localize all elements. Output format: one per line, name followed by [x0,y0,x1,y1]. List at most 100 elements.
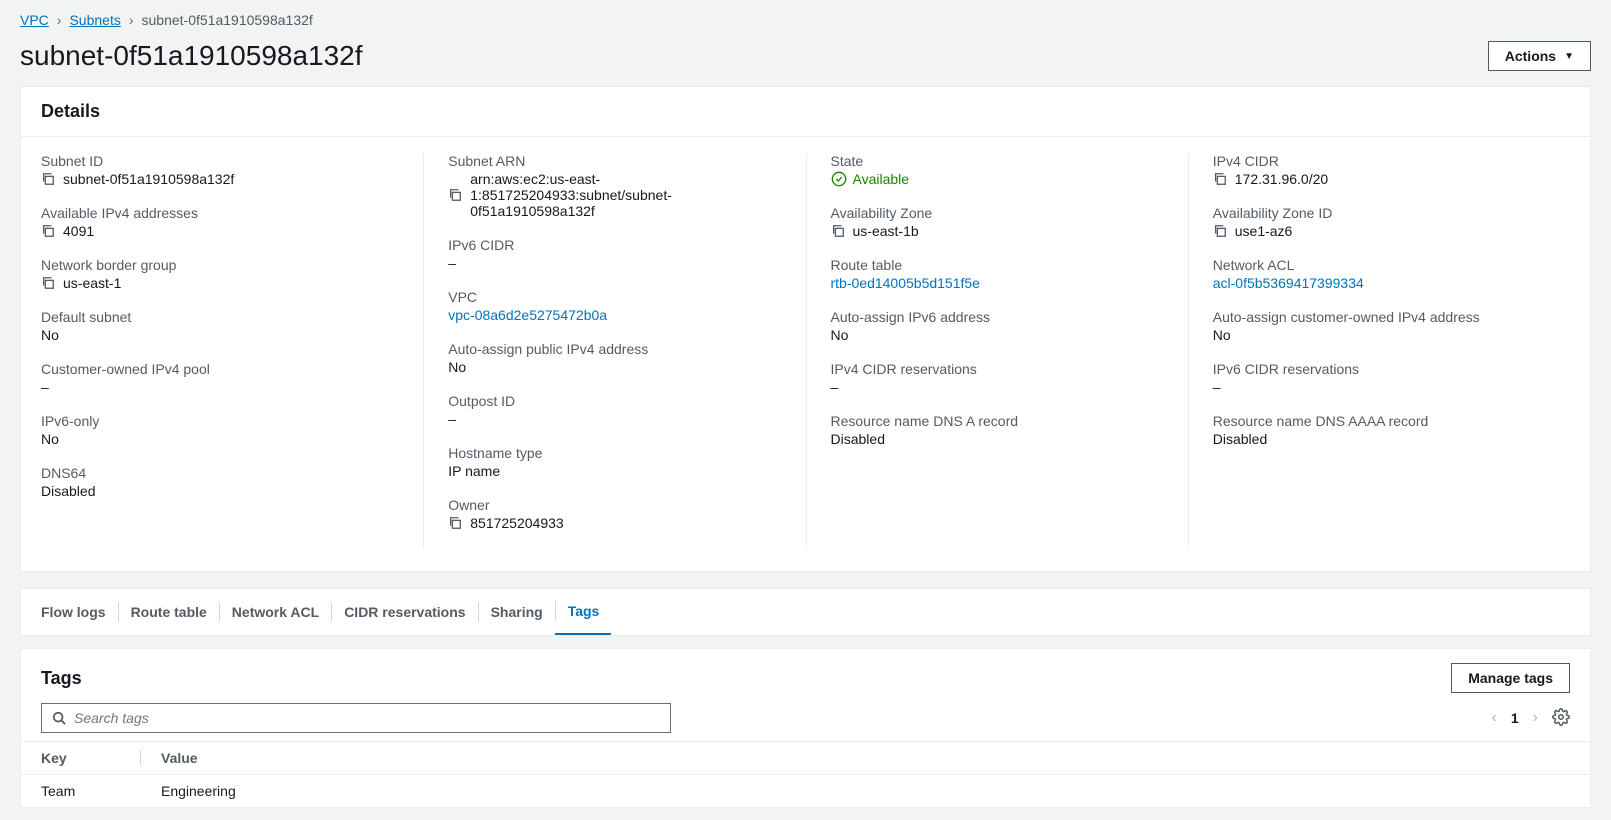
field-label: DNS64 [41,465,399,481]
detail-field: Outpost ID – [448,393,781,427]
field-value: us-east-1b [831,223,1164,239]
actions-button[interactable]: Actions ▼ [1488,41,1591,71]
tab-network-acl[interactable]: Network ACL [219,589,331,635]
field-text: Disabled [41,483,95,499]
field-value: arn:aws:ec2:us-east-1:851725204933:subne… [448,171,781,219]
tags-col-key[interactable]: Key [21,742,141,775]
tab-tags[interactable]: Tags [555,589,612,635]
tags-col-value[interactable]: Value [141,742,1590,775]
field-value: – [41,379,399,395]
detail-field: IPv4 CIDR 172.31.96.0/20 [1213,153,1546,187]
page-prev-button[interactable]: ‹ [1492,709,1497,727]
detail-field: Customer-owned IPv4 pool– [41,361,399,395]
field-text: – [41,379,49,395]
field-value: Disabled [41,483,399,499]
field-text: No [41,431,59,447]
details-title: Details [41,101,100,122]
detail-field: Subnet ID subnet-0f51a1910598a132f [41,153,399,187]
tab-sharing[interactable]: Sharing [478,589,555,635]
field-label: Route table [831,257,1164,273]
field-text: 851725204933 [470,515,563,531]
field-label: IPv4 CIDR [1213,153,1546,169]
breadcrumb-subnets[interactable]: Subnets [69,12,120,28]
details-grid: Subnet ID subnet-0f51a1910598a132f Availa… [41,153,1570,549]
tags-search-input[interactable] [74,710,660,726]
tags-search-box[interactable] [41,703,671,733]
field-text: – [448,411,456,427]
field-label: Availability Zone ID [1213,205,1546,221]
tag-value-cell: Engineering [141,775,1590,808]
gear-icon [1552,708,1570,726]
detail-field: Route table rtb-0ed14005b5d151f5e [831,257,1164,291]
detail-field: Default subnet No [41,309,399,343]
field-label: Auto-assign public IPv4 address [448,341,781,357]
check-circle-icon [831,171,847,187]
detail-field: Resource name DNS AAAA recordDisabled [1213,413,1546,447]
field-text: us-east-1b [853,223,919,239]
page-next-button[interactable]: › [1533,709,1538,727]
field-label: IPv6 CIDR [448,237,781,253]
tags-title: Tags [41,668,82,689]
tab-cidr-reservations[interactable]: CIDR reservations [331,589,477,635]
field-label: State [831,153,1164,169]
field-label: Available IPv4 addresses [41,205,399,221]
field-label: Subnet ARN [448,153,781,169]
page-title: subnet-0f51a1910598a132f [20,40,363,72]
field-text: – [831,379,839,395]
copy-icon[interactable] [41,224,55,238]
detail-field: Availability Zone ID use1-az6 [1213,205,1546,239]
copy-icon[interactable] [41,172,55,186]
field-value: rtb-0ed14005b5d151f5e [831,275,1164,291]
copy-icon[interactable] [1213,172,1227,186]
tabs-bar: Flow logsRoute tableNetwork ACLCIDR rese… [20,588,1591,636]
tab-flow-logs[interactable]: Flow logs [29,589,118,635]
field-text: IP name [448,463,500,479]
detail-field: VPCvpc-08a6d2e5275472b0a [448,289,781,323]
field-label: Default subnet [41,309,399,325]
details-panel: Details Subnet ID subnet-0f51a1910598a13… [20,86,1591,572]
field-label: Outpost ID [448,393,781,409]
tags-table: Key Value TeamEngineering [21,741,1590,807]
field-value: IP name [448,463,781,479]
copy-icon[interactable] [41,276,55,290]
field-link[interactable]: rtb-0ed14005b5d151f5e [831,275,980,291]
search-icon [52,711,66,725]
tab-route-table[interactable]: Route table [118,589,219,635]
field-value: Disabled [1213,431,1546,447]
field-link[interactable]: acl-0f5b5369417399334 [1213,275,1364,291]
field-label: Resource name DNS A record [831,413,1164,429]
copy-icon[interactable] [448,188,462,202]
field-value: – [1213,379,1546,395]
detail-field: Subnet ARN arn:aws:ec2:us-east-1:8517252… [448,153,781,219]
copy-icon[interactable] [448,516,462,530]
page-number: 1 [1511,710,1519,726]
breadcrumb: VPC › Subnets › subnet-0f51a1910598a132f [20,12,1591,28]
manage-tags-button[interactable]: Manage tags [1451,663,1570,693]
copy-icon[interactable] [831,224,845,238]
field-label: Auto-assign customer-owned IPv4 address [1213,309,1546,325]
detail-field: IPv6 CIDR – [448,237,781,271]
field-text: No [41,327,59,343]
settings-button[interactable] [1552,708,1570,729]
field-label: Subnet ID [41,153,399,169]
detail-field: Network border group us-east-1 [41,257,399,291]
actions-label: Actions [1505,48,1556,64]
field-text: No [1213,327,1231,343]
detail-field: IPv6-onlyNo [41,413,399,447]
detail-field: Hostname typeIP name [448,445,781,479]
field-link[interactable]: vpc-08a6d2e5275472b0a [448,307,607,323]
field-value: No [1213,327,1546,343]
field-label: Network ACL [1213,257,1546,273]
details-col-3: State AvailableAvailability Zone us-east… [806,153,1188,549]
detail-field: Owner 851725204933 [448,497,781,531]
detail-field: DNS64 Disabled [41,465,399,499]
detail-field: Network ACL acl-0f5b5369417399334 [1213,257,1546,291]
breadcrumb-vpc[interactable]: VPC [20,12,49,28]
copy-icon[interactable] [1213,224,1227,238]
detail-field: Available IPv4 addresses 4091 [41,205,399,239]
field-value: subnet-0f51a1910598a132f [41,171,399,187]
field-value: vpc-08a6d2e5275472b0a [448,307,781,323]
details-col-1: Subnet ID subnet-0f51a1910598a132f Availa… [41,153,423,549]
field-value: – [448,255,781,271]
field-value: 851725204933 [448,515,781,531]
